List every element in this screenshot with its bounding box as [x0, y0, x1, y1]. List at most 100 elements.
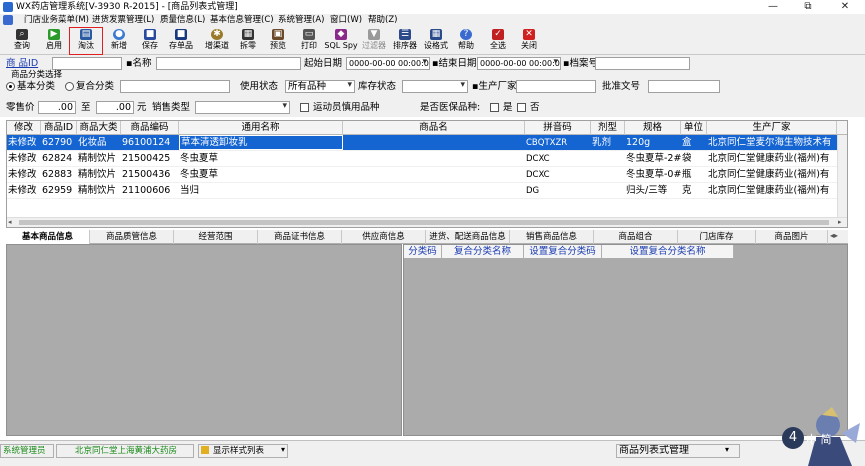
col-modified[interactable]: 修改 — [7, 121, 41, 135]
save-button[interactable]: ■ 保存 — [134, 28, 166, 54]
menu-window[interactable]: 窗口(W) — [330, 14, 362, 27]
add-channel-button[interactable]: ✱ 增渠道 — [201, 28, 233, 54]
name-input[interactable] — [156, 57, 301, 70]
sorter-button[interactable]: ☰ 排序器 — [389, 28, 421, 54]
tab-sales-info[interactable]: 销售商品信息 — [510, 230, 594, 244]
col-unit[interactable]: 单位 — [681, 121, 707, 135]
sql-spy-icon: ◆ — [335, 29, 347, 40]
table-row[interactable]: 未修改 62790 化妆品 96100124 草本清透卸妆乳 CBQTXZR 乳… — [7, 135, 837, 151]
tab-product-images[interactable]: 商品图片 — [756, 230, 828, 244]
col-product-code[interactable]: 商品编码 — [121, 121, 179, 135]
col-category-code[interactable]: 分类码 — [404, 245, 442, 258]
sales-type-label: 销售类型 — [152, 102, 191, 113]
name-label: ▪名称 — [126, 58, 152, 69]
tab-certificates[interactable]: 商品证书信息 — [258, 230, 342, 244]
filter-button[interactable]: ▼ 过滤器 — [358, 28, 390, 54]
format-button[interactable]: ▦ 设格式 — [420, 28, 452, 54]
minimize-button[interactable]: — — [758, 0, 788, 14]
sales-type-select[interactable] — [195, 101, 290, 114]
preview-icon: ▣ — [272, 29, 284, 40]
col-pinyin[interactable]: 拼音码 — [525, 121, 591, 135]
approval-no-input[interactable] — [648, 80, 720, 93]
scroll-thumb[interactable] — [19, 220, 829, 225]
basic-category-radio[interactable] — [6, 82, 15, 91]
close-window-button[interactable]: ✕ — [830, 0, 860, 14]
col-manufacturer[interactable]: 生产厂家 — [707, 121, 837, 135]
scroll-right-arrow-icon[interactable]: ▸ — [838, 218, 842, 227]
start-date-input[interactable]: 0000-00-00 00:00:00 — [346, 57, 430, 70]
play-icon: ▶ — [48, 29, 60, 40]
menu-quality-info[interactable]: 质量信息(L) — [160, 14, 205, 27]
tab-basic-info[interactable]: 基本商品信息 — [6, 230, 90, 244]
col-generic-name[interactable]: 通用名称 — [179, 121, 343, 135]
col-product-id[interactable]: 商品ID — [41, 121, 77, 135]
end-date-label: ▪结束日期 — [432, 58, 477, 69]
menu-purchase-invoice[interactable]: 进货发票管理(L) — [92, 14, 154, 27]
menu-basic-info[interactable]: 基本信息管理(C) — [210, 14, 274, 27]
tab-purchase-distribution[interactable]: 进货、配送商品信息 — [426, 230, 510, 244]
col-category[interactable]: 商品大类 — [77, 121, 121, 135]
save-icon: ■ — [144, 29, 156, 40]
insurance-yes-checkbox[interactable] — [490, 103, 499, 112]
col-dosage-form[interactable]: 剂型 — [591, 121, 625, 135]
tab-supplier-info[interactable]: 供应商信息 — [342, 230, 426, 244]
add-button[interactable]: ● 新增 — [103, 28, 135, 54]
print-button[interactable]: ▭ 打印 — [293, 28, 325, 54]
usage-status-select[interactable]: 所有品种 — [285, 80, 355, 93]
chevron-down-icon[interactable]: ▾ — [725, 445, 729, 454]
tab-business-scope[interactable]: 经营范围 — [174, 230, 258, 244]
retail-price-label: 零售价 — [6, 102, 35, 113]
tab-quality-info[interactable]: 商品质管信息 — [90, 230, 174, 244]
menu-help[interactable]: 帮助(Z) — [368, 14, 397, 27]
category-input[interactable] — [120, 80, 230, 93]
table-row[interactable]: 未修改 62824 精制饮片 21500425 冬虫夏草 DCXC 冬虫夏草-2… — [7, 151, 837, 167]
col-trade-name[interactable]: 商品名 — [343, 121, 525, 135]
display-style-select[interactable]: 显示样式列表 — [198, 444, 288, 458]
tab-product-combo[interactable]: 商品组合 — [594, 230, 678, 244]
save-item-button[interactable]: ■ 存单品 — [165, 28, 197, 54]
chevron-down-icon[interactable]: ▾ — [281, 445, 285, 454]
restore-button[interactable]: ⧉ — [793, 0, 823, 14]
product-id-input[interactable] — [52, 57, 122, 70]
insurance-no-label: 否 — [530, 102, 540, 113]
athlete-caution-checkbox[interactable] — [300, 103, 309, 112]
insurance-no-checkbox[interactable] — [517, 103, 526, 112]
preview-button[interactable]: ▣ 预览 — [262, 28, 294, 54]
menu-store-business[interactable]: 门店业务菜单(M) — [24, 14, 89, 27]
col-spec[interactable]: 规格 — [625, 121, 681, 135]
record-no-input[interactable] — [595, 57, 690, 70]
menu-system-management[interactable]: 系统管理(A) — [278, 14, 324, 27]
ime-mode-indicator[interactable]: 中 简 — [806, 431, 832, 447]
stock-status-select[interactable] — [402, 80, 468, 93]
title-bar: WX药店管理系统[V-3930 R-2015] - [商品列表式管理] — ⧉ … — [0, 0, 865, 14]
retail-price-to-input[interactable]: .00 — [96, 101, 134, 114]
table-row[interactable]: 未修改 62959 精制饮片 21100606 当归 DG 归头/三等 克 北京… — [7, 183, 837, 199]
composite-category-radio[interactable] — [65, 82, 74, 91]
globe-icon: ● — [113, 29, 125, 40]
end-date-input[interactable]: 0000-00-00 00:00:00 — [477, 57, 561, 70]
tab-store-inventory[interactable]: 门店库存 — [678, 230, 756, 244]
query-button[interactable]: ⌕ 查询 — [6, 28, 38, 54]
grid-vertical-scrollbar[interactable] — [837, 135, 847, 219]
printer-icon: ▭ — [303, 29, 315, 40]
grid-horizontal-scrollbar[interactable]: ◂ ▸ — [7, 217, 847, 227]
col-composite-name[interactable]: 复合分类名称 — [442, 245, 524, 258]
select-all-button[interactable]: ✓ 全选 — [482, 28, 514, 54]
tab-scroll-arrows-icon[interactable]: ◂▸ — [830, 231, 838, 240]
col-set-composite-name[interactable]: 设置复合分类名称 — [602, 245, 734, 258]
sql-spy-button[interactable]: ◆ SQL Spy — [324, 28, 358, 54]
format-icon: ▦ — [430, 29, 442, 40]
enable-button[interactable]: ▶ 启用 — [38, 28, 70, 54]
book-icon: ▤ — [80, 29, 92, 40]
scroll-left-arrow-icon[interactable]: ◂ — [8, 218, 12, 227]
discontinue-button[interactable]: ▤ 淘汰 — [69, 27, 103, 55]
sorter-icon: ☰ — [399, 29, 411, 40]
manufacturer-label: ▪生产厂家 — [472, 81, 517, 92]
col-set-composite-code[interactable]: 设置复合分类码 — [524, 245, 602, 258]
table-row[interactable]: 未修改 62883 精制饮片 21500436 冬虫夏草 DCXC 冬虫夏草-0… — [7, 167, 837, 183]
split-button[interactable]: ▦ 拆零 — [232, 28, 264, 54]
close-button[interactable]: ✕ 关闭 — [513, 28, 545, 54]
manufacturer-input[interactable] — [516, 80, 596, 93]
help-button[interactable]: ? 帮助 — [450, 28, 482, 54]
retail-price-from-input[interactable]: .00 — [38, 101, 76, 114]
